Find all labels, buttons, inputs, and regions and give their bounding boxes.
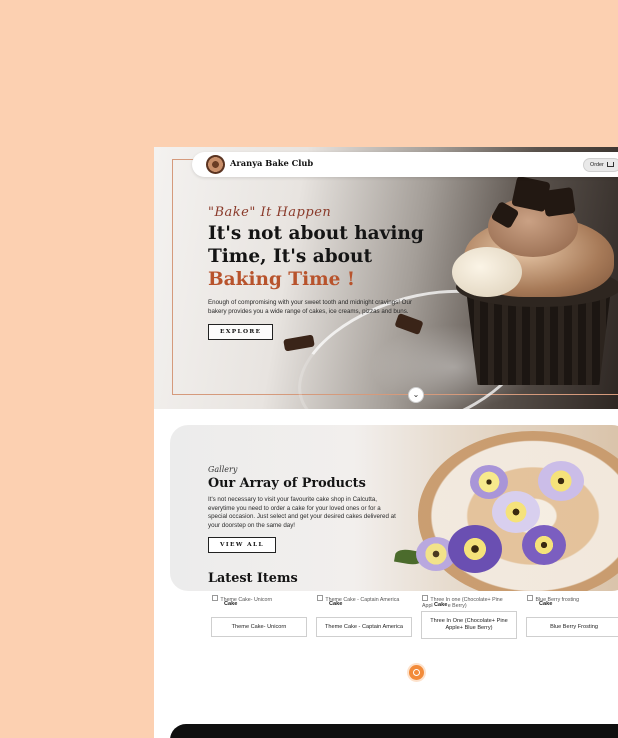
bakery-logo-icon[interactable] [206,155,225,174]
footer-section [170,724,618,738]
gallery-title: Our Array of Products [208,476,366,491]
hero-description: Enough of compromising with your sweet t… [208,299,412,315]
flower-image [470,465,508,499]
order-label: Order [590,162,604,168]
flower-image [448,525,502,573]
product-image: Three In one (Chocolate+ Pine Apple+ Blu… [421,595,505,611]
flower-image [522,525,566,565]
hero-content: "Bake" It Happen It's not about having T… [208,205,428,340]
product-card[interactable]: Blue Berry frosting Cake Blue Berry Fros… [526,595,618,637]
gallery-section: Gallery Our Array of Products It's not n… [170,425,618,591]
hero-title-accent: Baking Time ! [208,269,355,290]
gallery-description: It's not necessary to visit your favouri… [208,496,396,529]
product-category: Cake [328,601,344,607]
hero-title: It's not about having Time, It's about B… [208,222,428,291]
chevron-down-icon[interactable]: ⌄ [408,387,424,403]
product-category: Cake [433,602,449,608]
brand-name[interactable]: Aranya Bake Club [230,158,313,168]
flower-image [538,461,584,501]
cart-icon [606,162,614,167]
product-card[interactable]: Theme Cake- Unicorn Cake Theme Cake- Uni… [211,595,307,637]
whatsapp-icon[interactable] [409,665,424,680]
gallery-tagline: Gallery [208,465,238,474]
product-name[interactable]: Theme Cake- Unicorn [211,617,307,637]
product-image: Theme Cake- Unicorn Cake [211,595,307,609]
explore-button[interactable]: EXPLORE [208,323,274,340]
product-image: Theme Cake - Captain America Cake [316,595,412,609]
product-name[interactable]: Three In One (Chocolate+ Pine Apple+ Blu… [421,611,517,639]
product-image: Blue Berry frosting Cake [526,595,618,609]
hero-title-line-1: It's not about having [208,223,424,244]
product-category: Cake [538,601,554,607]
cupcake-image [452,175,618,397]
product-category: Cake [223,601,239,607]
browser-viewport: "Bake" It Happen It's not about having T… [154,147,618,738]
product-card[interactable]: Three In one (Chocolate+ Pine Apple+ Blu… [421,595,517,639]
view-all-button[interactable]: VIEW ALL [208,537,277,554]
gallery-content: Gallery Our Array of Products It's not n… [208,465,408,554]
product-name[interactable]: Blue Berry Frosting [526,617,618,637]
product-card[interactable]: Theme Cake - Captain America Cake Theme … [316,595,412,637]
product-name[interactable]: Theme Cake - Captain America [316,617,412,637]
hero-title-line-2: Time, It's about [208,246,372,267]
hero-tagline: "Bake" It Happen [208,205,332,220]
latest-items-heading: Latest Items [208,571,298,586]
order-button[interactable]: Order [583,158,618,172]
hero-section: "Bake" It Happen It's not about having T… [154,147,618,409]
top-navbar: Aranya Bake Club Order [192,152,618,177]
